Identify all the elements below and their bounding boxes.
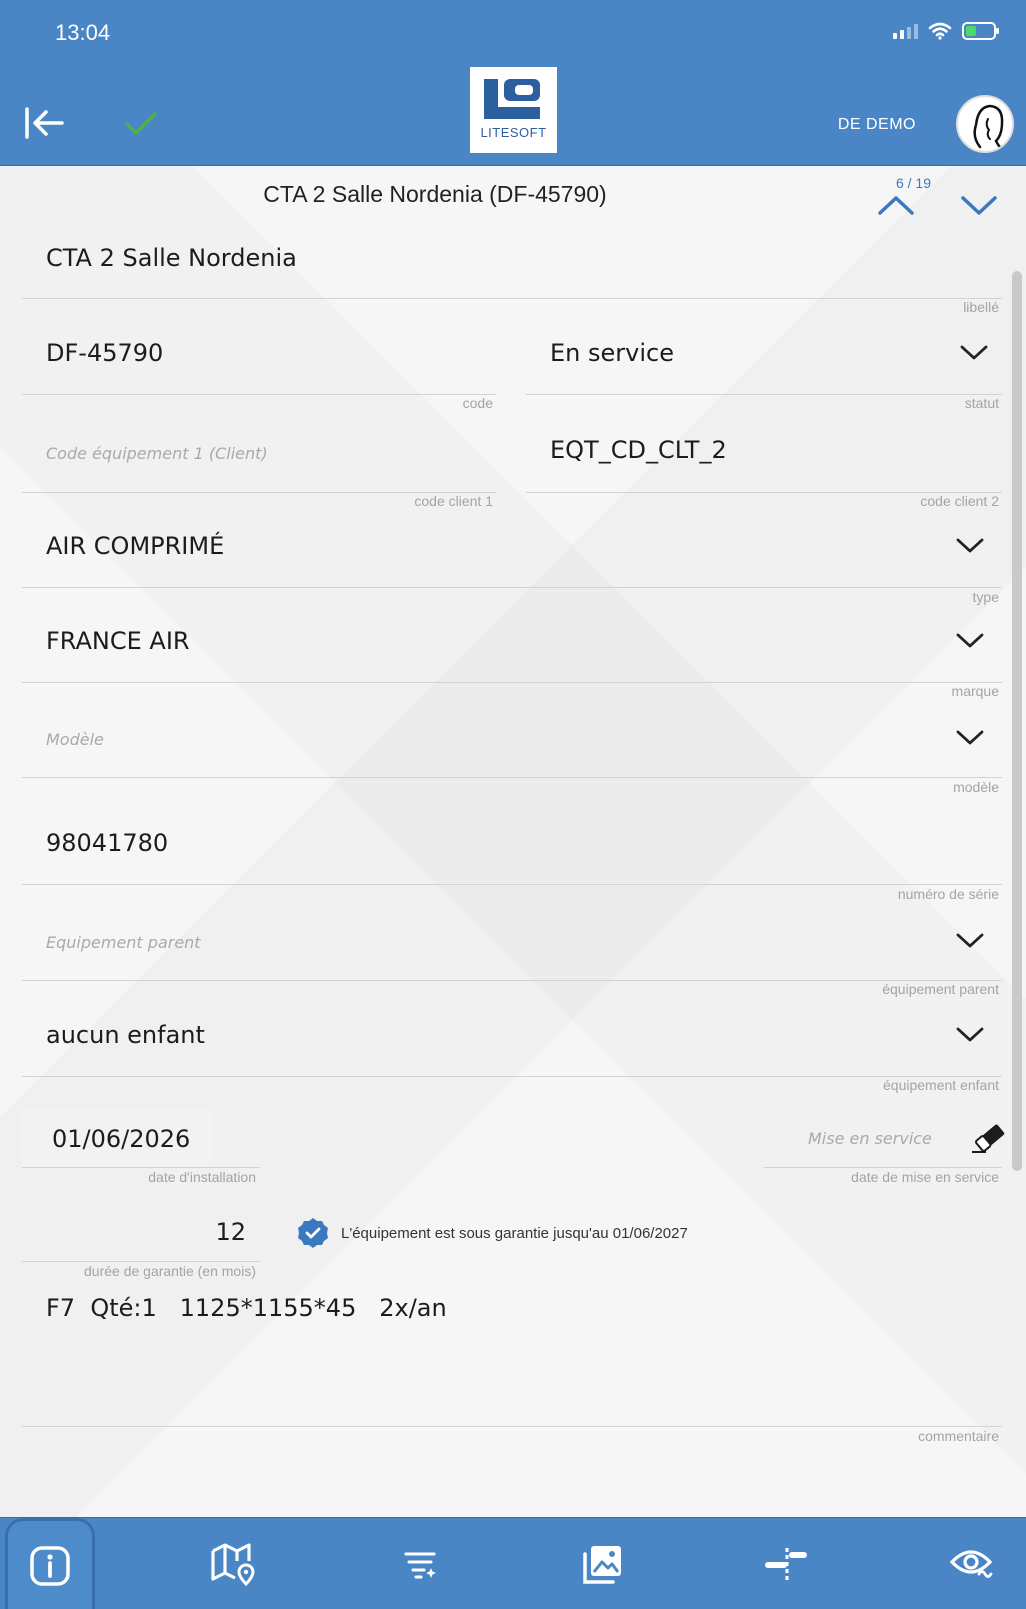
modele-select[interactable]: Modèle [22,700,1002,778]
avatar-silhouette-icon [973,104,1004,149]
pager-count: 6 / 19 [895,175,931,191]
type-caption: type [972,589,999,605]
eye-icon [949,1550,993,1578]
info-icon [30,1545,70,1586]
marque-caption: marque [951,683,999,699]
duree-garantie-value: 12 [215,1218,246,1246]
scrollbar[interactable] [1012,271,1022,1171]
wifi-icon [928,22,952,40]
libelle-field[interactable]: CTA 2 Salle Nordenia [22,222,1002,299]
commentaire-caption: commentaire [918,1428,999,1444]
code-field[interactable]: DF-45790 [22,317,496,395]
duree-garantie-field[interactable]: 12 [22,1200,260,1262]
code-client-1-field[interactable]: Code équipement 1 (Client) [22,414,496,493]
equipement-enfant-select[interactable]: aucun enfant [22,999,1002,1077]
marque-value: FRANCE AIR [46,627,190,655]
litesoft-logo: LITESOFT [470,67,557,153]
code-client-2-field[interactable]: EQT_CD_CLT_2 [526,414,1002,493]
code-value: DF-45790 [46,339,164,367]
libelle-caption: libellé [963,299,999,315]
commentaire-value: F7 Qté:1 1125*1155*45 2x/an [46,1294,447,1322]
date-installation-field[interactable]: 01/06/2026 [22,1107,260,1168]
date-installation-caption: date d'installation [148,1169,256,1185]
numero-serie-field[interactable]: 98041780 [22,795,1002,885]
numero-serie-caption: numéro de série [897,886,999,902]
eraser-icon[interactable] [970,1120,1008,1156]
duree-garantie-caption: durée de garantie (en mois) [84,1263,256,1279]
libelle-value: CTA 2 Salle Nordenia [46,244,297,272]
save-check-icon[interactable] [124,110,158,138]
gallery-icon [583,1546,621,1584]
previous-record-chevron-up-icon[interactable] [876,193,916,217]
tab-map[interactable] [189,1518,279,1609]
equipement-parent-select[interactable]: Equipement parent [22,903,1002,981]
code-client-1-caption: code client 1 [414,493,493,509]
warranty-status: L'équipement est sous garantie jusqu'au … [297,1217,688,1249]
logo-text: LITESOFT [480,125,547,140]
marque-select[interactable]: FRANCE AIR [22,605,1002,683]
filter-list-icon [404,1552,436,1579]
warranty-text: L'équipement est sous garantie jusqu'au … [341,1224,688,1242]
verified-badge-icon [298,1218,328,1248]
type-select[interactable]: AIR COMPRIMÉ [22,510,1002,588]
equipement-enfant-caption: équipement enfant [883,1077,999,1093]
back-icon[interactable] [22,103,68,143]
statut-select[interactable]: En service [526,317,1002,395]
equipement-enfant-value: aucun enfant [46,1021,205,1049]
code-caption: code [462,395,493,411]
statut-caption: statut [964,395,999,411]
tab-gallery[interactable] [558,1518,648,1609]
tab-filters[interactable] [375,1518,465,1609]
statut-value: En service [550,339,674,367]
chevron-down-icon [956,1027,984,1042]
date-mise-service-field[interactable]: Mise en service [764,1107,1002,1168]
modele-caption: modèle [953,779,999,795]
bottom-tab-bar [0,1517,1026,1609]
chevron-down-icon [956,538,984,553]
chevron-down-icon [956,730,984,745]
user-name: DE DEMO [837,116,916,133]
logo-mark-icon [484,79,540,119]
map-pin-icon [211,1543,255,1587]
commentaire-field[interactable]: F7 Qté:1 1125*1155*45 2x/an [22,1282,1002,1427]
status-time: 13:04 [55,20,111,45]
tab-measure[interactable] [741,1518,831,1609]
code-client-2-value: EQT_CD_CLT_2 [550,436,727,464]
code-client-1-placeholder: Code équipement 1 (Client) [46,444,268,463]
avatar[interactable] [956,95,1014,153]
date-mise-service-caption: date de mise en service [851,1169,999,1185]
chevron-down-icon [956,633,984,648]
numero-serie-value: 98041780 [46,829,169,857]
date-mise-service-placeholder: Mise en service [808,1129,932,1148]
chevron-down-icon [956,933,984,948]
status-icons [893,22,999,40]
chevron-down-icon [960,345,988,360]
signal-icon [893,23,918,39]
battery-icon [962,22,999,40]
page-title: CTA 2 Salle Nordenia (DF-45790) [263,181,607,207]
next-record-chevron-down-icon[interactable] [959,193,999,217]
equipement-parent-placeholder: Equipement parent [46,933,201,952]
date-installation-value: 01/06/2026 [52,1125,191,1153]
tab-info[interactable] [5,1518,95,1609]
measure-icon [765,1548,807,1580]
top-bar: 13:04 LITESOFT DE DEMO [0,0,1026,166]
equipement-parent-caption: équipement parent [882,981,999,997]
type-value: AIR COMPRIMÉ [46,532,225,560]
code-client-2-caption: code client 2 [920,493,999,509]
tab-visibility[interactable] [927,1518,1017,1609]
modele-placeholder: Modèle [46,730,104,749]
equipment-form: CTA 2 Salle Nordenia (DF-45790) 6 / 19 C… [0,167,1026,1517]
